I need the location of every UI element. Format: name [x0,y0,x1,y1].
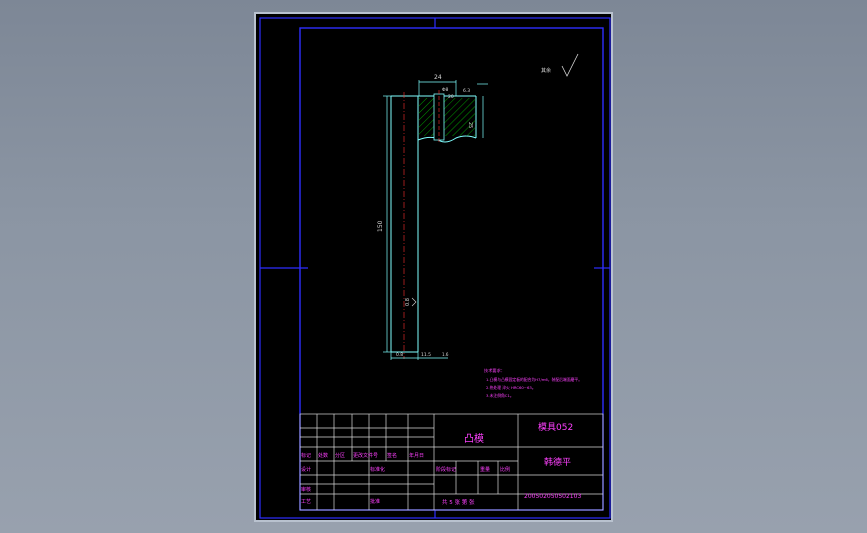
roughness-mid: 0.8 [405,298,411,306]
stage-mark-header: 阶段标记 [436,466,456,473]
dim-top-small: Φ8 [442,87,449,93]
dim-top-small2: 20 [448,94,454,100]
dim-bottom2: 1.6 [442,352,449,357]
approve-label: 批准 [370,498,380,505]
scale-header: 比例 [500,466,510,473]
student-id: 200502050502103 [524,493,581,500]
note-3: 3.未注倒角C1。 [486,393,514,398]
rev-header-mark: 标记 [301,452,311,459]
dim-width-top: 24 [434,74,442,81]
note-1: 1.凸模与凸模固定板的配合为H7/m6，装配后端面磨平。 [486,377,582,382]
rev-header-sign: 签名 [387,452,397,459]
dim-bottom: 11.5 [421,352,431,358]
note-2: 2.热处理 淬火 HRC60~63。 [486,385,536,390]
weight-header: 重量 [480,466,490,473]
roughness-other-label: 其余 [541,67,551,74]
dim-total-length: 150 [377,220,384,232]
section-hatch [419,98,475,136]
dim-right-height: 25 [467,122,473,128]
review-label: 审核 [301,486,311,493]
cad-drawing-viewport[interactable]: 其余 24 Φ8 20 6.3 25 150 0.8 0.8 11.5 1.6 … [254,12,613,522]
standardize-label: 标准化 [370,466,385,473]
dim-side-small: 6.3 [463,88,470,94]
rev-header-date: 年月日 [409,452,424,459]
rev-header-doc: 更改文件号 [353,452,378,459]
author-name: 韩德平 [544,456,571,468]
roughness-bottom-left: 0.8 [396,352,403,358]
length-dimension [383,95,391,353]
sheet-info: 共 5 张 第 张 [442,498,475,506]
roughness-mid-icon [411,297,417,307]
drawing-canvas: 其余 24 Φ8 20 6.3 25 150 0.8 0.8 11.5 1.6 … [259,17,611,519]
rev-header-count: 处数 [318,452,328,459]
part-name: 凸模 [464,433,484,445]
outer-frame [259,17,611,519]
drawing-number: 模具052 [538,422,573,433]
roughness-check-icon [561,53,579,77]
design-label: 设计 [301,466,311,473]
process-label: 工艺 [301,499,311,505]
notes-title: 技术要求： [484,367,505,374]
rev-header-zone: 分区 [335,452,345,459]
